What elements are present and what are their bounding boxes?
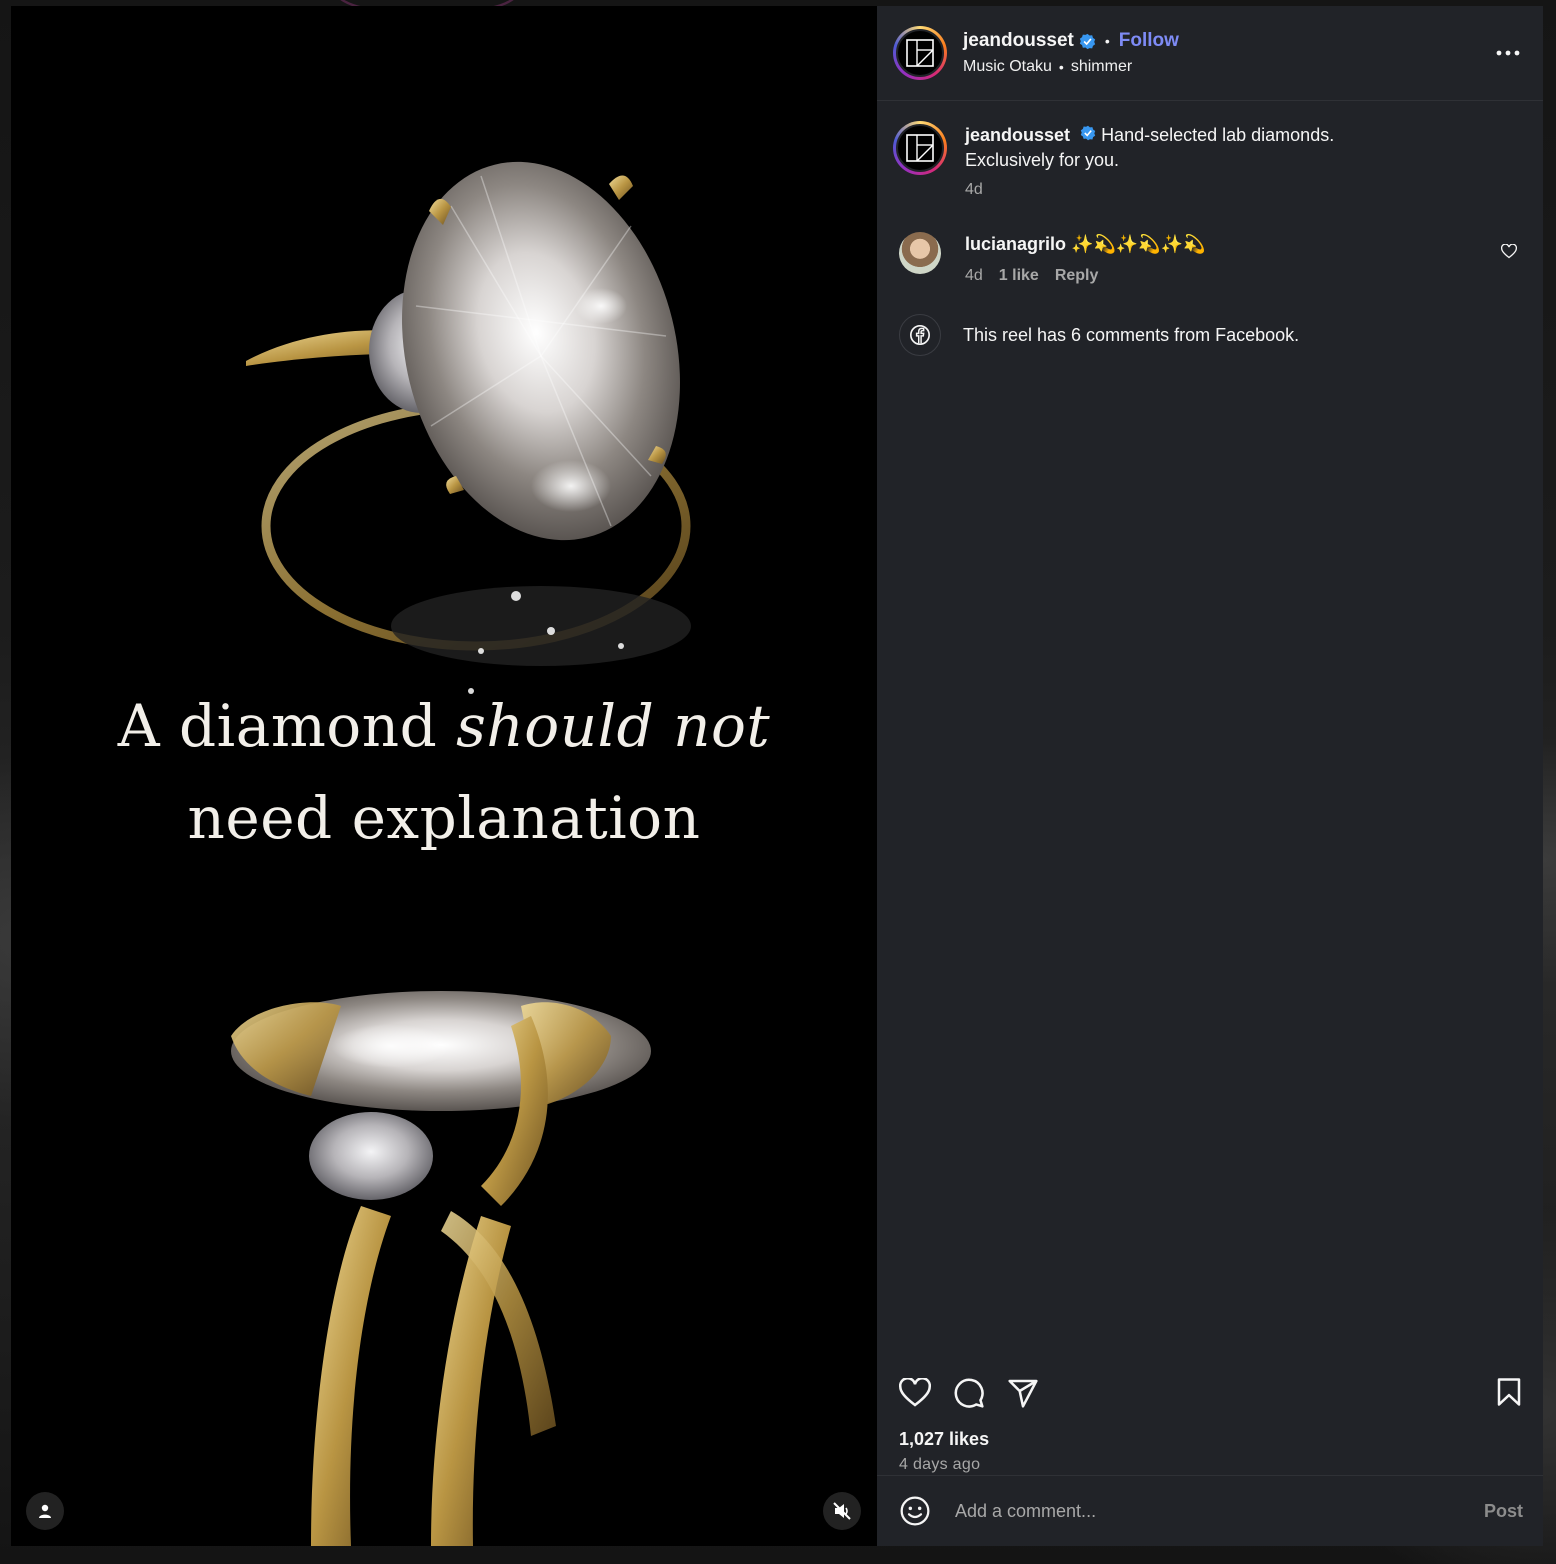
separator-dot: •: [1058, 59, 1064, 75]
post-comment-button[interactable]: Post: [1484, 1501, 1523, 1522]
post-date[interactable]: 4 days ago: [899, 1456, 1523, 1474]
post-modal: A diamond should not need explanation je…: [11, 6, 1543, 1546]
share-button[interactable]: [1007, 1378, 1039, 1408]
facebook-comments-text: This reel has 6 comments from Facebook.: [963, 324, 1300, 345]
caption-time[interactable]: 4d: [965, 177, 983, 202]
emoji-icon: [900, 1496, 930, 1526]
save-button[interactable]: [1495, 1377, 1523, 1407]
comment-button[interactable]: [953, 1377, 985, 1409]
post-actions: 1,027 likes 4 days ago: [877, 1357, 1543, 1475]
bookmark-icon: [1497, 1378, 1521, 1406]
comment-time[interactable]: 4d: [965, 263, 983, 288]
caption-author-username[interactable]: jeandousset: [965, 125, 1070, 145]
more-icon: [1496, 50, 1520, 56]
commenter-username[interactable]: lucianagrilo: [965, 234, 1066, 254]
commenter-avatar[interactable]: [899, 232, 941, 274]
caption: jeandousset Hand-selected lab diamonds. …: [893, 121, 1525, 202]
follow-button[interactable]: Follow: [1119, 30, 1179, 52]
overlay-text-b: should not: [456, 692, 771, 760]
verified-badge-icon: [1080, 125, 1096, 141]
person-icon: [39, 1504, 51, 1518]
comment-reply-button[interactable]: Reply: [1055, 263, 1099, 288]
audio-track-link[interactable]: shimmer: [1071, 58, 1132, 76]
more-options-button[interactable]: [1493, 41, 1523, 65]
comment-item: lucianagrilo ✨💫✨💫✨💫 4d 1 like Reply: [893, 232, 1525, 288]
heart-icon: [1500, 243, 1518, 259]
comment-like-button[interactable]: [1500, 243, 1518, 264]
caption-text-line-2: Exclusively for you.: [965, 150, 1120, 170]
comment-likes[interactable]: 1 like: [999, 263, 1039, 288]
verified-badge-icon: [1079, 33, 1096, 50]
comment-input[interactable]: [953, 1499, 1484, 1523]
heart-icon: [899, 1378, 931, 1407]
facebook-icon: [899, 314, 941, 356]
emoji-button[interactable]: [899, 1495, 931, 1527]
share-icon: [1008, 1379, 1038, 1408]
caption-author-avatar[interactable]: [893, 121, 947, 175]
likes-count[interactable]: 1,027 likes: [899, 1429, 1523, 1450]
video-overlay-line-1: A diamond should not: [11, 692, 877, 760]
post-side-panel: jeandousset • Follow Music Otaku • shimm…: [877, 6, 1543, 1546]
comment-text: ✨💫✨💫✨💫: [1071, 234, 1206, 254]
author-avatar[interactable]: [893, 26, 947, 80]
brand-logo-icon: [906, 134, 934, 162]
ring-artwork: [231, 161, 691, 1546]
tagged-users-button[interactable]: [26, 1492, 64, 1530]
separator-dot: •: [1104, 33, 1110, 49]
post-header: jeandousset • Follow Music Otaku • shimm…: [877, 6, 1543, 101]
comment-icon: [954, 1378, 984, 1408]
audio-artist-link[interactable]: Music Otaku: [963, 58, 1052, 76]
mute-toggle-button[interactable]: [823, 1492, 861, 1530]
speaker-muted-icon: [833, 1502, 851, 1520]
caption-text-line-1: Hand-selected lab diamonds.: [1101, 125, 1335, 145]
like-button[interactable]: [899, 1378, 931, 1408]
author-username[interactable]: jeandousset: [963, 30, 1074, 52]
overlay-text-a: A diamond: [117, 692, 438, 760]
comment-composer: Post: [877, 1475, 1543, 1546]
video-overlay-line-2: need explanation: [187, 784, 701, 852]
facebook-comments-note: This reel has 6 comments from Facebook.: [893, 314, 1525, 356]
comments-section: jeandousset Hand-selected lab diamonds. …: [877, 101, 1543, 1357]
reel-video[interactable]: A diamond should not need explanation: [11, 6, 877, 1546]
brand-logo-icon: [906, 39, 934, 67]
